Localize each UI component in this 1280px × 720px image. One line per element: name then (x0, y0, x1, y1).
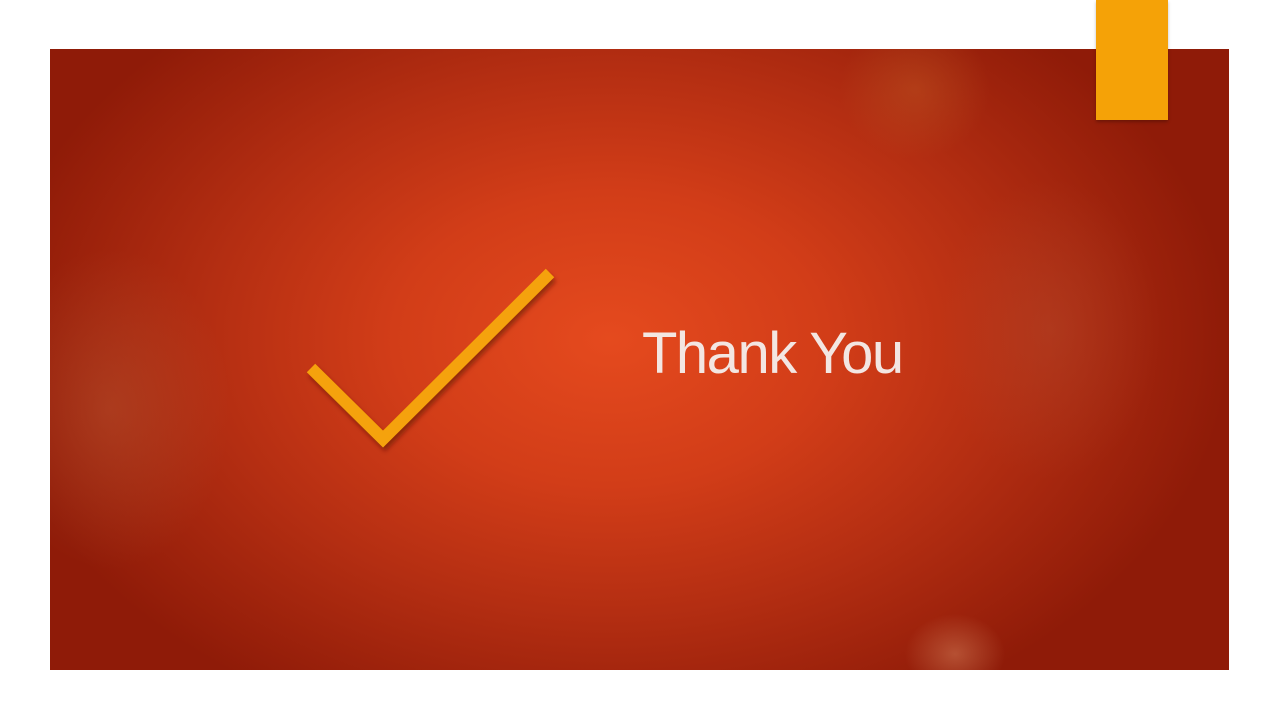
checkmark-icon (306, 268, 555, 448)
presentation-page: Thank You (0, 0, 1280, 720)
slide: Thank You (50, 49, 1229, 670)
slide-title: Thank You (642, 321, 904, 386)
accent-tab (1096, 0, 1168, 120)
